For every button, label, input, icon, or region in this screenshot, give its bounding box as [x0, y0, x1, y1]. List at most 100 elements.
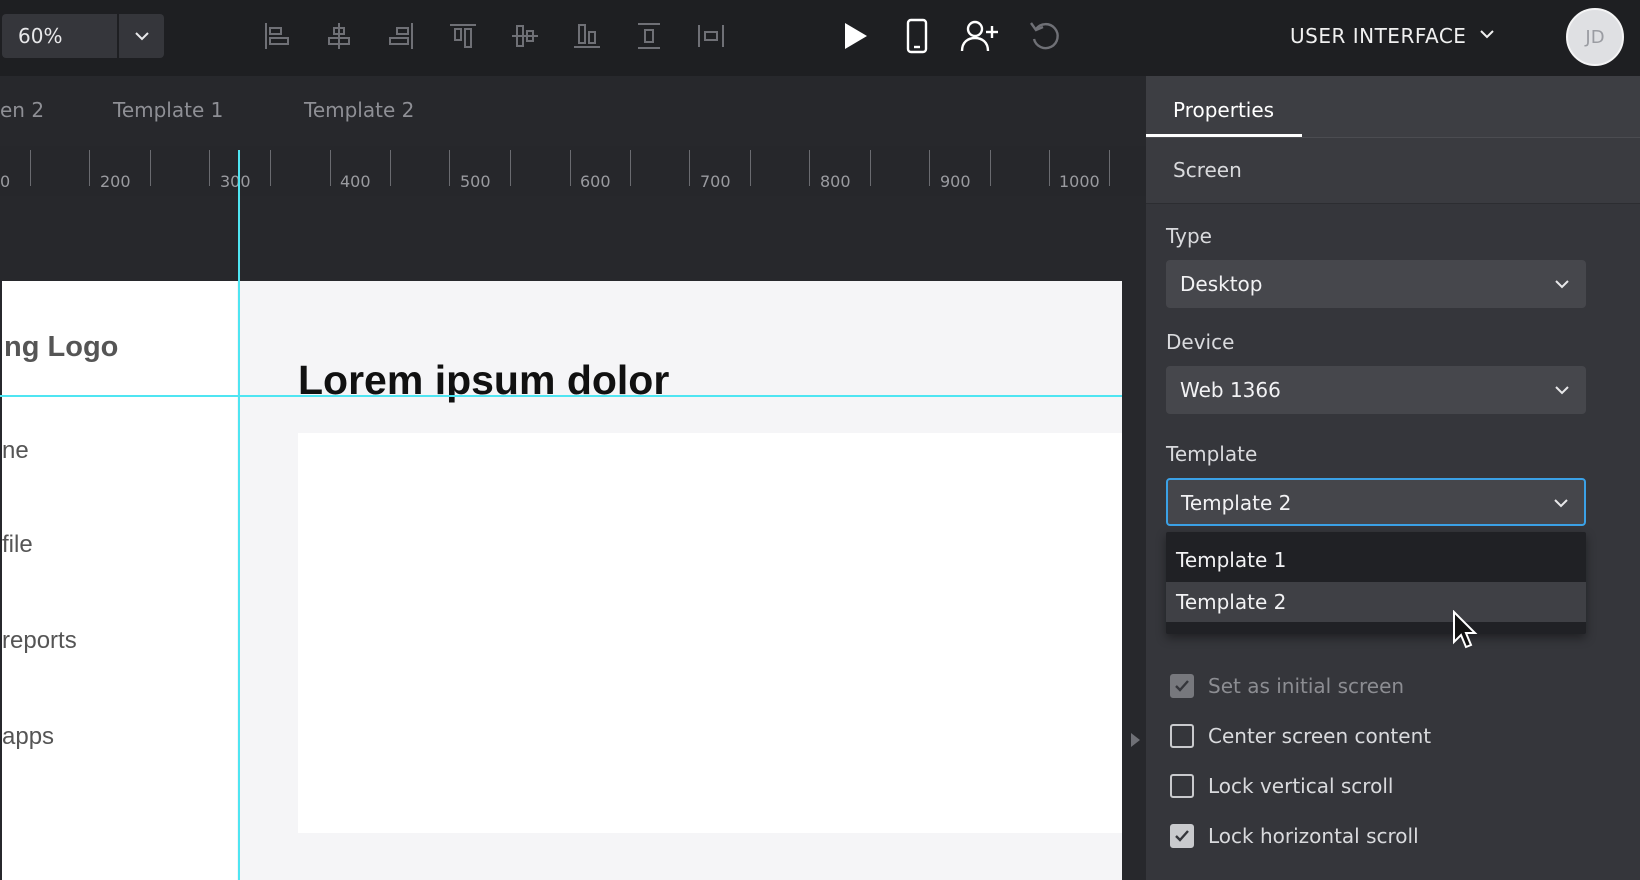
mouse-pointer-icon — [1452, 609, 1478, 650]
chevron-down-icon — [1478, 24, 1496, 48]
mock-nav-item[interactable]: ne — [2, 437, 29, 465]
device-select[interactable]: Web 1366 — [1166, 366, 1586, 414]
checkbox[interactable] — [1170, 824, 1194, 848]
project-name: USER INTERFACE — [1290, 24, 1467, 48]
chevron-down-icon[interactable] — [119, 14, 164, 58]
device-value: Web 1366 — [1180, 378, 1281, 402]
type-label: Type — [1166, 224, 1212, 248]
ruler-label: 400 — [340, 172, 371, 191]
checkbox-label: Center screen content — [1208, 724, 1432, 748]
tab-properties[interactable]: Properties — [1173, 98, 1274, 122]
checkbox-label: Set as initial screen — [1208, 674, 1405, 698]
checkbox[interactable] — [1170, 724, 1194, 748]
chevron-down-icon — [1552, 494, 1570, 512]
ruler-tick — [150, 150, 151, 186]
mobile-preview-icon[interactable] — [897, 16, 937, 56]
mock-content-box[interactable] — [298, 433, 1122, 833]
dropdown-option-template-2[interactable]: Template 2 — [1166, 582, 1586, 622]
chevron-down-icon — [1553, 381, 1571, 399]
distribute-vertical-icon[interactable] — [629, 16, 669, 56]
ruler-tick — [89, 150, 90, 186]
play-icon[interactable] — [834, 16, 874, 56]
checkbox-lock-vertical[interactable]: Lock vertical scroll — [1170, 774, 1393, 798]
checkbox[interactable] — [1170, 774, 1194, 798]
active-tab-indicator — [1146, 134, 1302, 137]
ruler-label: 300 — [220, 172, 251, 191]
zoom-value: 60% — [18, 24, 63, 48]
device-label: Device — [1166, 330, 1235, 354]
type-select[interactable]: Desktop — [1166, 260, 1586, 308]
caret-right-icon[interactable] — [1128, 730, 1142, 750]
checkbox-label: Lock horizontal scroll — [1208, 824, 1419, 848]
screen-tab[interactable]: Template 1 — [113, 98, 223, 122]
distribute-horizontal-icon[interactable] — [691, 16, 731, 56]
checkbox-center-content[interactable]: Center screen content — [1170, 724, 1431, 748]
ruler-label: 0 — [0, 172, 11, 191]
vertical-guide-line[interactable] — [238, 150, 240, 880]
mock-nav-item[interactable]: apps — [2, 723, 54, 751]
ruler-label: 200 — [100, 172, 131, 191]
template-value: Template 2 — [1181, 491, 1292, 515]
checkbox-lock-horizontal[interactable]: Lock horizontal scroll — [1170, 824, 1419, 848]
ruler-tick — [390, 150, 391, 186]
ruler-tick — [630, 150, 631, 186]
ruler-label: 500 — [460, 172, 491, 191]
artboard[interactable]: ing Logo ne file reports apps Lorem ipsu… — [2, 281, 1122, 880]
ruler-tick — [689, 150, 690, 186]
mock-nav-item[interactable]: file — [2, 531, 33, 559]
mock-nav-item[interactable]: reports — [2, 627, 77, 655]
align-center-h-icon[interactable] — [319, 16, 359, 56]
ruler-tick — [30, 150, 31, 186]
type-value: Desktop — [1180, 272, 1263, 296]
properties-panel: Properties Screen Type Desktop Device We… — [1146, 76, 1640, 880]
align-middle-v-icon[interactable] — [505, 16, 545, 56]
avatar-initials: JD — [1585, 26, 1605, 48]
ruler-tick — [929, 150, 930, 186]
screen-tab[interactable]: Template 2 — [304, 98, 414, 122]
ruler-label: 900 — [940, 172, 971, 191]
template-label: Template — [1166, 442, 1258, 466]
align-left-icon[interactable] — [257, 16, 297, 56]
ruler-label: 700 — [700, 172, 731, 191]
align-bottom-icon[interactable] — [567, 16, 607, 56]
mock-logo[interactable]: ing Logo — [2, 331, 118, 364]
ruler-tick — [330, 150, 331, 186]
align-top-icon[interactable] — [443, 16, 483, 56]
add-user-icon[interactable] — [960, 16, 1000, 56]
ruler-tick — [990, 150, 991, 186]
ruler-label: 600 — [580, 172, 611, 191]
mock-sidebar[interactable]: ing Logo ne file reports apps — [2, 281, 237, 880]
ruler-tick — [1049, 150, 1050, 186]
ruler-tick — [809, 150, 810, 186]
template-dropdown: Template 1 Template 2 — [1166, 532, 1586, 634]
ruler-tick — [270, 150, 271, 186]
horizontal-ruler: 0 200 300 400 500 600 700 800 900 1000 — [0, 146, 1146, 196]
align-right-icon[interactable] — [381, 16, 421, 56]
ruler-label: 800 — [820, 172, 851, 191]
ruler-tick — [449, 150, 450, 186]
dropdown-option-template-1[interactable]: Template 1 — [1166, 540, 1586, 580]
template-select[interactable]: Template 2 — [1166, 478, 1586, 526]
avatar[interactable]: JD — [1566, 8, 1624, 66]
top-toolbar: 60% USER INTERFACE JD — [0, 0, 1640, 76]
ruler-label: 1000 — [1059, 172, 1100, 191]
section-title: Screen — [1173, 158, 1242, 182]
ruler-tick — [209, 150, 210, 186]
screen-tab[interactable]: en 2 — [0, 98, 44, 122]
undo-icon[interactable] — [1025, 16, 1065, 56]
screen-tabs: en 2 Template 1 Template 2 — [0, 76, 1146, 146]
section-header: Screen — [1146, 138, 1640, 204]
chevron-down-icon — [1553, 275, 1571, 293]
project-menu[interactable]: USER INTERFACE — [1290, 16, 1496, 56]
check-icon — [1175, 680, 1189, 692]
ruler-tick — [870, 150, 871, 186]
ruler-tick — [570, 150, 571, 186]
ruler-tick — [510, 150, 511, 186]
ruler-tick — [750, 150, 751, 186]
checkbox-label: Lock vertical scroll — [1208, 774, 1394, 798]
horizontal-guide-line[interactable] — [0, 395, 1122, 397]
checkbox[interactable] — [1170, 674, 1194, 698]
checkbox-initial-screen[interactable]: Set as initial screen — [1170, 674, 1404, 698]
check-icon — [1175, 830, 1189, 842]
zoom-select[interactable]: 60% — [2, 14, 164, 58]
